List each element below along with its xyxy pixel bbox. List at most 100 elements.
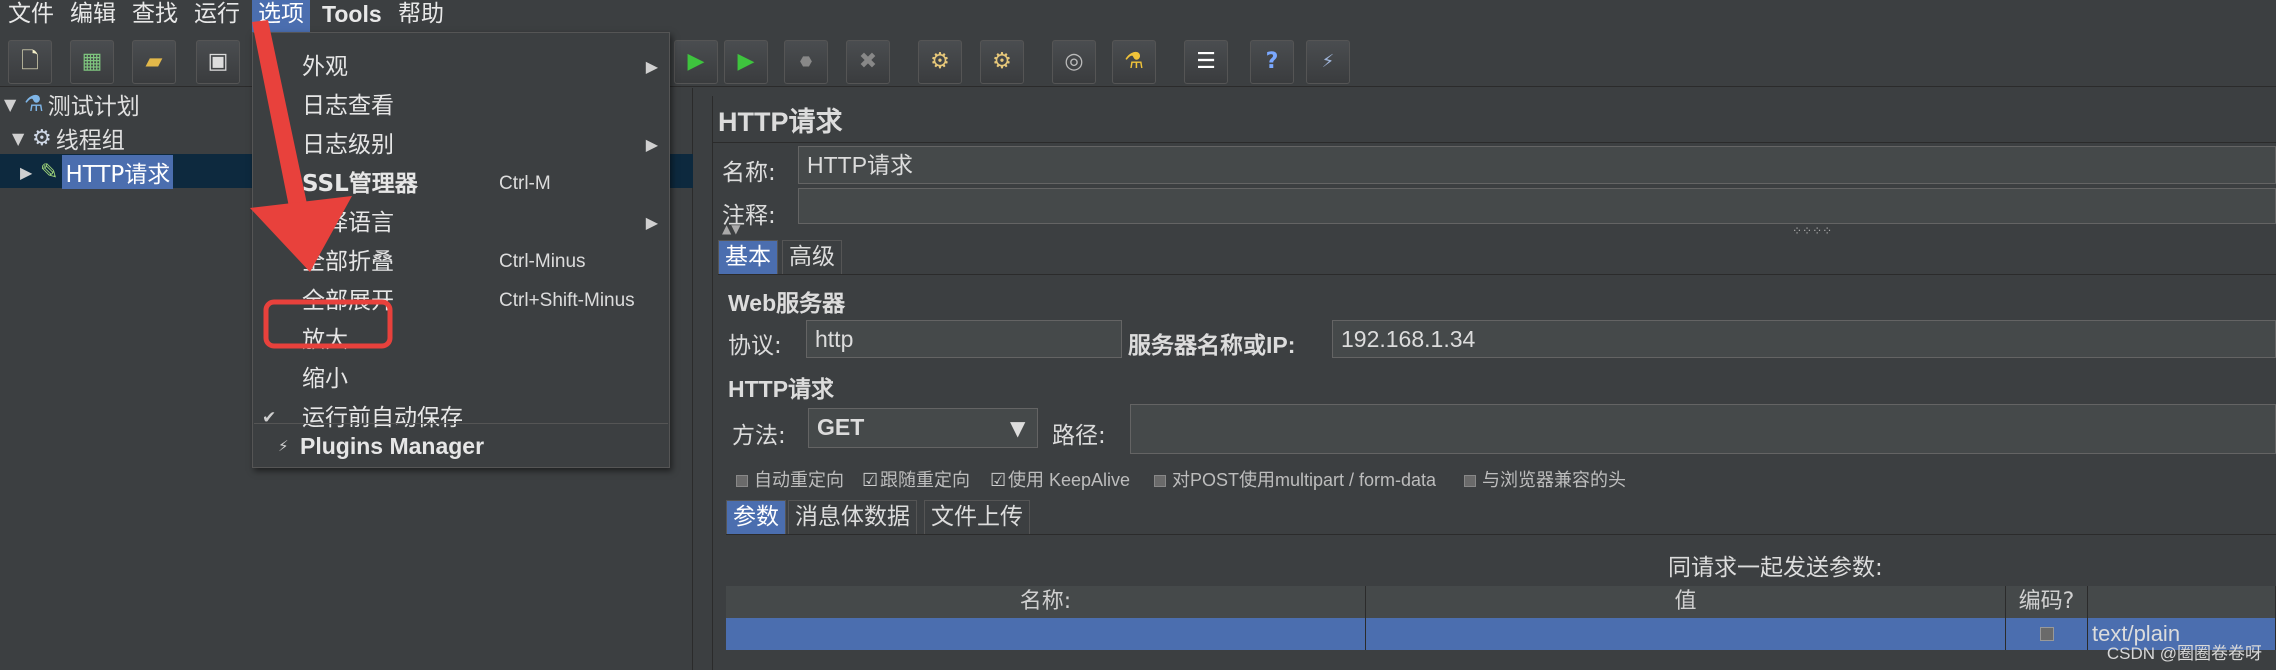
path-input[interactable] <box>1130 404 2276 454</box>
checkmark-icon: ☑ <box>990 470 1007 490</box>
menu-item-label: Plugins Manager <box>300 433 485 459</box>
menu-item-shortcut: Ctrl+Shift-Minus <box>499 290 635 311</box>
menu-item-shortcut: Ctrl-M <box>499 173 551 194</box>
table-header-encode[interactable]: 编码? <box>2006 586 2088 618</box>
name-input[interactable]: HTTP请求 <box>798 146 2276 184</box>
expand-arrow-icon[interactable]: ▼ <box>4 95 20 114</box>
new-file-icon[interactable]: 🗋 <box>8 40 52 84</box>
menu-item-log-level[interactable]: 日志级别 ▶ <box>254 127 668 163</box>
menu-edit[interactable]: 编辑 <box>64 0 122 33</box>
send-params-label: 同请求一起发送参数: <box>1668 555 1883 581</box>
table-header-value[interactable]: 值 <box>1366 586 2006 618</box>
menu-file[interactable]: 文件 <box>2 0 60 33</box>
expand-arrow-icon[interactable]: ▼ <box>12 129 28 148</box>
plugin-icon: ⚡ <box>278 437 289 455</box>
divider <box>712 142 2276 143</box>
name-label: 名称: <box>722 160 776 186</box>
tree-node-label: 测试计划 <box>47 94 140 120</box>
splitter-grip-icon[interactable]: ⁘⁘⁘⁘ <box>1792 224 1832 238</box>
collapse-arrow-icon[interactable]: ▶ <box>20 163 36 182</box>
save-icon[interactable]: ▣ <box>196 40 240 84</box>
menu-search[interactable]: 查找 <box>126 0 184 33</box>
option-label: 使用 KeepAlive <box>1008 470 1131 490</box>
tree-node-test-plan[interactable]: ▼ ⚗ 测试计划 <box>4 88 140 121</box>
checkbox-unchecked-icon <box>1464 475 1476 488</box>
start-no-pause-icon[interactable]: ▶ <box>724 40 768 84</box>
menu-item-ssl-manager[interactable]: SSL管理器 Ctrl-M <box>254 166 668 202</box>
menu-tools[interactable]: Tools <box>316 0 388 33</box>
menu-item-appearance[interactable]: 外观 ▶ <box>254 49 668 85</box>
remote-icon[interactable]: ⚡ <box>1306 40 1350 84</box>
menu-item-label: 放大 <box>302 327 348 353</box>
menu-item-label: 选择语言 <box>302 210 394 236</box>
table-header-content-type[interactable] <box>2088 586 2276 618</box>
menu-item-shortcut: Ctrl-Minus <box>499 251 586 272</box>
menu-item-label: 缩小 <box>302 366 348 392</box>
search-binoculars-icon[interactable]: ◎ <box>1052 40 1096 84</box>
start-icon[interactable]: ▶ <box>674 40 718 84</box>
splitter-collapse-icon[interactable]: ▲▼ <box>722 222 740 236</box>
submenu-arrow-icon: ▶ <box>645 135 658 154</box>
path-label: 路径: <box>1052 423 1106 449</box>
checkbox-unchecked-icon <box>736 475 748 488</box>
option-label: 与浏览器兼容的头 <box>1482 470 1626 490</box>
table-cell-name[interactable] <box>726 618 1366 650</box>
options-dropdown-menu: 外观 ▶ 日志查看 日志级别 ▶ SSL管理器 Ctrl-M 选择语言 ▶ 全部… <box>252 32 670 468</box>
menu-item-collapse-all[interactable]: 全部折叠 Ctrl-Minus <box>254 244 668 280</box>
shutdown-icon[interactable]: ✖ <box>846 40 890 84</box>
keepalive-checkbox[interactable]: ☑ 使用 KeepAlive <box>990 466 1130 492</box>
tab-advanced[interactable]: 高级 <box>782 240 842 274</box>
submenu-arrow-icon: ▶ <box>645 57 658 76</box>
menu-help[interactable]: 帮助 <box>392 0 450 33</box>
page-title: HTTP请求 <box>718 107 843 137</box>
gear-icon: ⚙ <box>32 125 52 151</box>
reset-broom-icon[interactable]: ⚗ <box>1112 40 1156 84</box>
option-label: 跟随重定向 <box>880 470 970 490</box>
table-cell-encode[interactable] <box>2006 618 2088 650</box>
http-request-section-title: HTTP请求 <box>728 376 835 402</box>
clear-icon[interactable]: ⚙ <box>918 40 962 84</box>
protocol-input[interactable]: http <box>806 320 1122 358</box>
tree-node-thread-group[interactable]: ▼ ⚙ 线程组 <box>12 122 125 155</box>
browser-headers-checkbox[interactable]: 与浏览器兼容的头 <box>1464 466 1626 492</box>
menu-item-plugins-manager[interactable]: ⚡ Plugins Manager <box>254 428 668 464</box>
menu-item-label: SSL管理器 <box>302 171 418 197</box>
tab-parameters[interactable]: 参数 <box>726 500 786 534</box>
protocol-label: 协议: <box>728 333 782 359</box>
tab-body-data[interactable]: 消息体数据 <box>788 500 917 534</box>
chevron-down-icon[interactable]: ▼ <box>1010 416 1025 440</box>
checkbox-unchecked-icon[interactable] <box>2040 627 2054 641</box>
clear-all-icon[interactable]: ⚙ <box>980 40 1024 84</box>
table-header-name[interactable]: 名称: <box>726 586 1366 618</box>
server-label: 服务器名称或IP: <box>1128 332 1296 358</box>
watermark: CSDN @圈圈卷卷呀 <box>2106 644 2262 663</box>
stop-icon[interactable]: ⬣ <box>784 40 828 84</box>
table-cell-value[interactable] <box>1366 618 2006 650</box>
menu-item-zoom-in[interactable]: 放大 <box>254 322 668 358</box>
open-icon[interactable]: ▰ <box>132 40 176 84</box>
menu-item-zoom-out[interactable]: 缩小 <box>254 361 668 397</box>
method-select-value: GET <box>817 414 865 440</box>
menu-item-choose-language[interactable]: 选择语言 ▶ <box>254 205 668 241</box>
menu-run[interactable]: 运行 <box>188 0 246 33</box>
comment-input[interactable] <box>798 188 2276 224</box>
option-label: 自动重定向 <box>754 470 844 490</box>
multipart-checkbox[interactable]: 对POST使用multipart / form-data <box>1154 466 1436 492</box>
tab-file-upload[interactable]: 文件上传 <box>924 500 1030 534</box>
tree-node-http-request[interactable]: ▶ ✎ HTTP请求 <box>20 155 174 189</box>
tree-node-label: HTTP请求 <box>62 155 174 189</box>
menu-separator <box>254 423 668 424</box>
menu-options[interactable]: 选项 <box>252 0 310 33</box>
function-helper-icon[interactable]: ☰ <box>1184 40 1228 84</box>
web-server-section-title: Web服务器 <box>728 290 846 316</box>
menu-item-label: 日志查看 <box>302 93 394 119</box>
server-input[interactable]: 192.168.1.34 <box>1332 320 2276 358</box>
auto-redirect-checkbox[interactable]: 自动重定向 <box>736 466 844 492</box>
method-select[interactable]: GET <box>808 408 1038 448</box>
menu-item-expand-all[interactable]: 全部展开 Ctrl+Shift-Minus <box>254 283 668 319</box>
help-icon[interactable]: ? <box>1250 40 1294 84</box>
tab-basic[interactable]: 基本 <box>718 240 778 274</box>
templates-icon[interactable]: ▦ <box>70 40 114 84</box>
menu-item-log-viewer[interactable]: 日志查看 <box>254 88 668 124</box>
follow-redirect-checkbox[interactable]: ☑ 跟随重定向 <box>862 466 970 492</box>
